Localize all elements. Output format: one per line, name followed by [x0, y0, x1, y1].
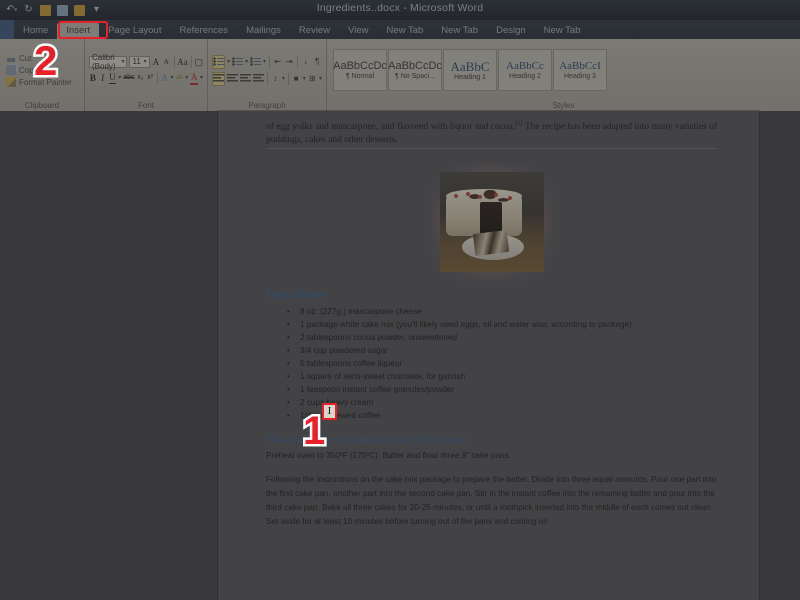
open-icon[interactable]: [38, 3, 53, 18]
quick-access-toolbar[interactable]: ↶ ▾ ↻ ▾: [0, 3, 104, 18]
cake-cut-slot-shape: [479, 202, 502, 235]
scissors-icon: [6, 53, 16, 63]
annotation-text-cursor-box: I: [322, 403, 337, 420]
customize-quick-access-icon[interactable]: ▾: [89, 3, 104, 18]
new-icon[interactable]: [72, 3, 87, 18]
annotation-step-two: 2 2: [31, 35, 800, 87]
window-title: Ingredients..docx - Microsoft Word: [316, 2, 484, 14]
save-icon[interactable]: [55, 3, 70, 18]
format-painter-icon: [6, 77, 16, 87]
citation-ref[interactable]: [1]: [515, 120, 523, 127]
directions-body-paragraph[interactable]: Following the instructions on the cake m…: [266, 473, 717, 529]
list-item[interactable]: 1 teaspoon instant coffee granules/powde…: [287, 383, 717, 396]
styles-group-label: Styles: [552, 101, 575, 110]
list-item[interactable]: 2 cups heavy cream: [287, 396, 717, 409]
paragraph-group-label: Paragraph: [248, 101, 286, 110]
cake-slice-shape: [472, 230, 509, 257]
annotation-step-one: 1 1: [300, 407, 800, 456]
tiramisu-cake-photo[interactable]: [439, 172, 544, 273]
list-item[interactable]: 2 tablespoons cocoa powder, unsweetened: [287, 331, 717, 344]
ingredients-heading: Ingredients: [266, 287, 327, 302]
copy-icon: [6, 65, 16, 75]
clipboard-group-label: Clipboard: [24, 101, 60, 110]
list-item[interactable]: 5 tablespoons coffee liqueur: [287, 357, 717, 370]
cake-image-frame[interactable]: [430, 163, 553, 282]
intro-line-1b: The recipe has been: [522, 122, 601, 133]
list-item[interactable]: 3/4 cup powdered sugar: [287, 344, 717, 357]
intro-line-1: of egg yolks and mascarpone, and flavore…: [266, 122, 516, 133]
list-item[interactable]: 1 square of semi-sweet chocolate, for ga…: [287, 370, 717, 383]
annotation-step-two-label: 2: [34, 37, 58, 84]
document-canvas[interactable]: of egg yolks and mascarpone, and flavore…: [0, 111, 800, 600]
redo-icon[interactable]: ↻: [21, 3, 36, 18]
cut-label: Cut: [19, 53, 32, 63]
list-item[interactable]: 1 package white cake mix (you’ll likely …: [287, 318, 717, 331]
font-group-label: Font: [137, 101, 154, 110]
intro-paragraph: of egg yolks and mascarpone, and flavore…: [266, 117, 717, 150]
figure-container: [266, 163, 717, 282]
file-menu-button[interactable]: [0, 20, 14, 39]
document-page[interactable]: of egg yolks and mascarpone, and flavore…: [218, 111, 759, 600]
list-item[interactable]: 8 oz. (227g.) mascarpone cheese: [287, 305, 717, 318]
text-cursor-icon: I: [327, 405, 332, 417]
title-bar: ↶ ▾ ↻ ▾ Ingredients..docx - Microsoft Wor…: [0, 0, 800, 20]
undo-icon[interactable]: ↶ ▾: [4, 3, 19, 18]
